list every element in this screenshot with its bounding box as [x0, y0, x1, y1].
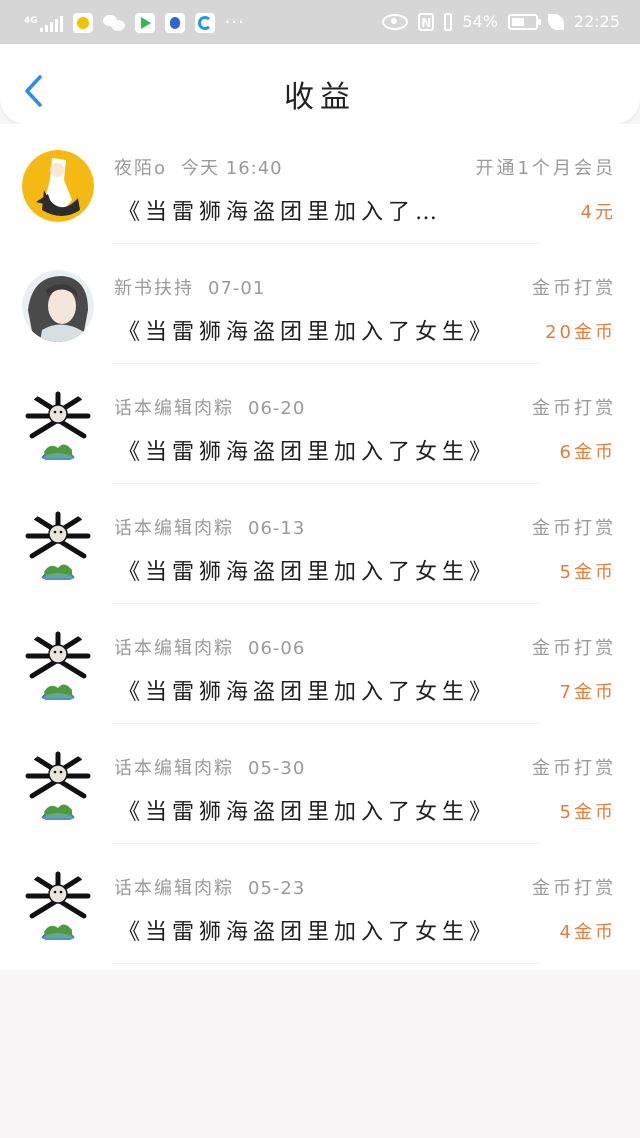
income-type: 金币打赏 — [532, 518, 616, 539]
power-saving-leaf-icon — [547, 13, 564, 30]
nfc-icon: N — [418, 12, 435, 31]
record-date: 05-23 — [248, 878, 306, 899]
record-date: 06-20 — [248, 398, 306, 419]
avatar — [22, 270, 94, 342]
divider — [112, 963, 540, 964]
list-item[interactable]: 话本编辑肉粽 06-20 金币打赏 《当雷狮海盗团里加入了女生》 6金币 — [0, 364, 640, 484]
page-header: 收益 — [0, 44, 640, 124]
avatar — [22, 750, 94, 822]
income-amount: 6金币 — [559, 442, 616, 463]
user-name: 话本编辑肉粽 — [114, 518, 234, 539]
income-amount: 5金币 — [559, 802, 616, 823]
book-title: 《当雷狮海盗团里加入了女生》 — [118, 320, 497, 345]
record-meta: 话本编辑肉粽 06-20 — [114, 394, 305, 420]
status-bar: 4G ··· N 54% 22:25 — [0, 0, 640, 44]
vibrate-icon — [444, 12, 453, 31]
status-left: 4G ··· — [24, 12, 245, 33]
income-type: 金币打赏 — [532, 878, 616, 899]
battery-icon — [507, 13, 541, 30]
page-title: 收益 — [284, 80, 356, 115]
app-notification-icon — [72, 12, 93, 33]
anime-yellow-avatar — [22, 150, 94, 222]
earnings-list: 夜陌o 今天 16:40 开通1个月会员 《当雷狮海盗团里加入了… 4元 新书扶持… — [0, 124, 640, 970]
avatar — [22, 630, 94, 702]
list-item[interactable]: 新书扶持 07-01 金币打赏 《当雷狮海盗团里加入了女生》 20金币 — [0, 244, 640, 364]
book-title: 《当雷狮海盗团里加入了女生》 — [118, 920, 497, 945]
earth-meme-avatar — [22, 510, 94, 582]
earth-meme-avatar — [22, 390, 94, 462]
map-app-icon — [164, 12, 185, 33]
signal-bars-icon — [39, 14, 63, 32]
wechat-icon — [102, 14, 125, 31]
income-amount: 20金币 — [545, 322, 616, 343]
record-meta: 话本编辑肉粽 05-23 — [114, 874, 305, 900]
earth-meme-avatar — [22, 870, 94, 942]
list-item[interactable]: 话本编辑肉粽 06-13 金币打赏 《当雷狮海盗团里加入了女生》 5金币 — [0, 484, 640, 604]
more-notifications-icon: ··· — [224, 12, 245, 33]
user-name: 新书扶持 — [114, 278, 194, 299]
book-title: 《当雷狮海盗团里加入了女生》 — [118, 680, 497, 705]
network-type: 4G — [24, 15, 38, 26]
book-title: 《当雷狮海盗团里加入了女生》 — [118, 800, 497, 825]
avatar — [22, 870, 94, 942]
record-meta: 话本编辑肉粽 06-06 — [114, 634, 305, 660]
avatar — [22, 150, 94, 222]
video-app-icon — [134, 12, 155, 33]
user-name: 夜陌o — [114, 158, 168, 179]
list-item[interactable]: 话本编辑肉粽 05-30 金币打赏 《当雷狮海盗团里加入了女生》 5金币 — [0, 724, 640, 844]
user-name: 话本编辑肉粽 — [114, 638, 234, 659]
income-amount: 5金币 — [559, 562, 616, 583]
income-type: 金币打赏 — [532, 638, 616, 659]
book-title: 《当雷狮海盗团里加入了女生》 — [118, 560, 497, 585]
record-meta: 话本编辑肉粽 06-13 — [114, 514, 305, 540]
earth-meme-avatar — [22, 750, 94, 822]
signal-indicator: 4G — [24, 14, 63, 32]
earth-meme-avatar — [22, 630, 94, 702]
list-item[interactable]: 话本编辑肉粽 06-06 金币打赏 《当雷狮海盗团里加入了女生》 7金币 — [0, 604, 640, 724]
record-date: 07-01 — [208, 278, 266, 299]
list-item[interactable]: 夜陌o 今天 16:40 开通1个月会员 《当雷狮海盗团里加入了… 4元 — [0, 124, 640, 244]
record-date: 06-06 — [248, 638, 306, 659]
income-type: 金币打赏 — [532, 758, 616, 779]
income-amount: 7金币 — [559, 682, 616, 703]
browser-app-icon — [194, 12, 215, 33]
status-right: N 54% 22:25 — [382, 12, 620, 31]
income-type: 金币打赏 — [532, 278, 616, 299]
eye-comfort-icon — [382, 13, 409, 30]
record-meta: 新书扶持 07-01 — [114, 274, 265, 300]
record-date: 今天 16:40 — [181, 158, 283, 179]
book-title: 《当雷狮海盗团里加入了女生》 — [118, 440, 497, 465]
income-amount: 4元 — [580, 202, 616, 223]
record-meta: 夜陌o 今天 16:40 — [114, 154, 283, 180]
clock: 22:25 — [573, 12, 620, 31]
user-name: 话本编辑肉粽 — [114, 758, 234, 779]
list-item[interactable]: 话本编辑肉粽 05-23 金币打赏 《当雷狮海盗团里加入了女生》 4金币 — [0, 844, 640, 964]
avatar — [22, 510, 94, 582]
income-type: 开通1个月会员 — [475, 158, 616, 179]
battery-percent: 54% — [462, 12, 498, 31]
anime-longhair-avatar — [22, 270, 94, 342]
user-name: 话本编辑肉粽 — [114, 398, 234, 419]
record-date: 06-13 — [248, 518, 306, 539]
book-title: 《当雷狮海盗团里加入了… — [118, 200, 443, 225]
user-name: 话本编辑肉粽 — [114, 878, 234, 899]
income-type: 金币打赏 — [532, 398, 616, 419]
avatar — [22, 390, 94, 462]
record-meta: 话本编辑肉粽 05-30 — [114, 754, 305, 780]
income-amount: 4金币 — [559, 922, 616, 943]
record-date: 05-30 — [248, 758, 306, 779]
